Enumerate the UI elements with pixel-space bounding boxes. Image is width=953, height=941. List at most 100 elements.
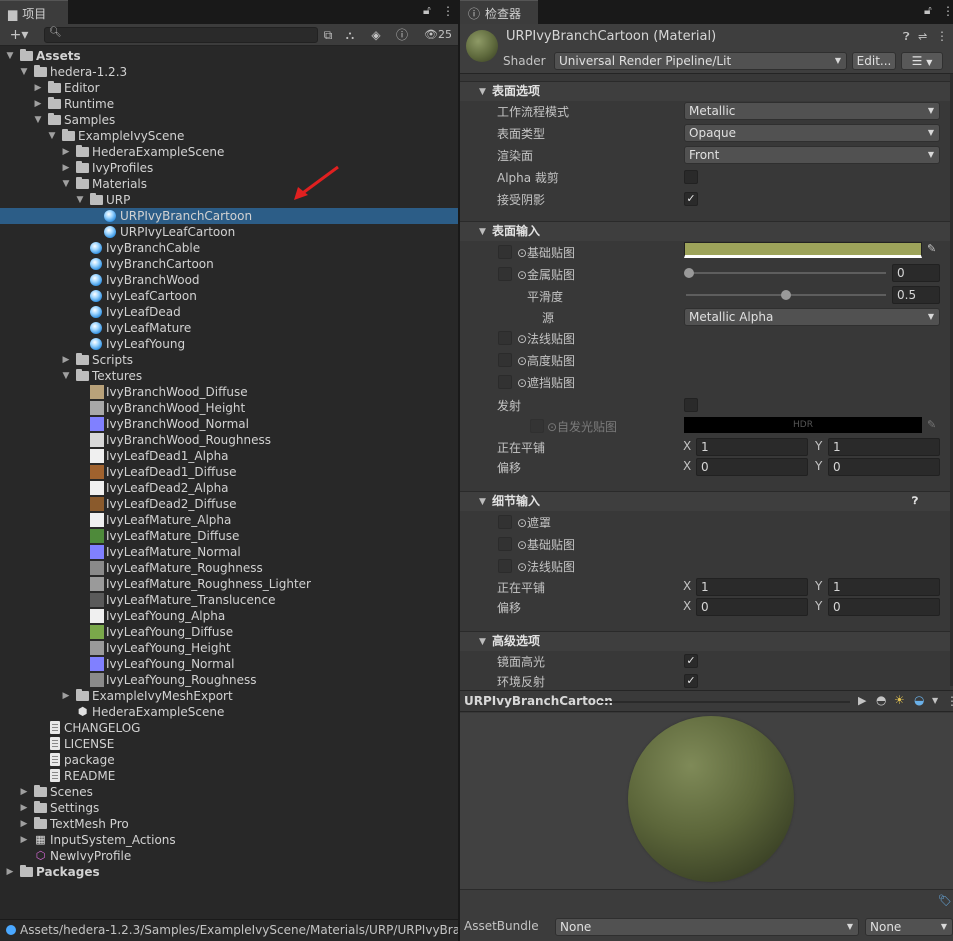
tree-item[interactable]: IvyLeafMature_Normal xyxy=(0,544,458,560)
create-button[interactable]: +▾ xyxy=(4,26,34,44)
section-detail-inputs[interactable]: ▼ 细节输入 ❓︎ xyxy=(460,491,950,511)
workflow-dropdown[interactable]: Metallic ▼ xyxy=(684,102,940,120)
receive-shadows-checkbox[interactable]: ✓ xyxy=(684,192,698,206)
tree-item[interactable]: IvyLeafYoung_Height xyxy=(0,640,458,656)
section-surface-inputs[interactable]: ▼ 表面输入 xyxy=(460,221,950,241)
expand-arrow-icon[interactable]: ▼ xyxy=(47,128,57,144)
project-tab[interactable]: ▆ 项目 xyxy=(0,0,68,24)
help-icon[interactable]: ❓︎ xyxy=(903,30,910,44)
collapse-arrow-icon[interactable]: ▶ xyxy=(5,864,15,880)
tree-folder[interactable]: ▼ Samples xyxy=(0,112,458,128)
tree-folder[interactable]: ▶ Settings xyxy=(0,800,458,816)
tree-item[interactable]: CHANGELOG xyxy=(0,720,458,736)
shader-options-button[interactable]: ☰ ▼ xyxy=(901,52,943,70)
tree-folder[interactable]: ▶ Scenes xyxy=(0,784,458,800)
tree-folder[interactable]: ▶ IvyProfiles xyxy=(0,160,458,176)
inspector-more-icon[interactable]: ⋮ xyxy=(942,4,953,18)
metallic-slider-track[interactable] xyxy=(686,272,886,274)
tree-folder[interactable]: ▼ hedera-1.2.3 xyxy=(0,64,458,80)
tree-folder[interactable]: ▶ HederaExampleScene xyxy=(0,144,458,160)
help-icon[interactable]: ❓︎ xyxy=(912,492,918,511)
source-dropdown[interactable]: Metallic Alpha ▼ xyxy=(684,308,940,326)
base-color-field[interactable] xyxy=(684,242,922,258)
tree-item[interactable]: ▶ ▦ InputSystem_Actions xyxy=(0,832,458,848)
collapse-arrow-icon[interactable]: ▶ xyxy=(19,800,29,816)
tiling-y-field[interactable]: 1 xyxy=(828,438,940,456)
tree-folder[interactable]: ▼ Assets xyxy=(0,48,458,64)
detail-offset-y-field[interactable]: 0 xyxy=(828,598,940,616)
env-reflections-checkbox[interactable]: ✓ xyxy=(684,674,698,688)
tree-item[interactable]: IvyBranchCable xyxy=(0,240,458,256)
section-advanced-options[interactable]: ▼ 高级选项 xyxy=(460,631,950,651)
inspector-lock-icon[interactable]: 🔓︎ xyxy=(924,3,932,18)
tree-item[interactable]: IvyBranchWood_Normal xyxy=(0,416,458,432)
tree-item[interactable]: IvyLeafCartoon xyxy=(0,288,458,304)
expand-arrow-icon[interactable]: ▼ xyxy=(33,112,43,128)
collapse-arrow-icon[interactable]: ▶ xyxy=(61,688,71,704)
expand-arrow-icon[interactable]: ▼ xyxy=(61,176,71,192)
tree-item[interactable]: IvyLeafMature xyxy=(0,320,458,336)
emission-map-slot[interactable] xyxy=(530,419,544,433)
tree-item[interactable]: URPIvyBranchCartoon xyxy=(0,208,458,224)
expand-arrow-icon[interactable]: ▼ xyxy=(61,368,71,384)
section-surface-options[interactable]: ▼ 表面选项 xyxy=(460,81,950,101)
assetbundle-variant-dropdown[interactable]: None ▼ xyxy=(865,918,953,936)
height-map-slot[interactable] xyxy=(498,353,512,367)
collapse-arrow-icon[interactable]: ▶ xyxy=(33,96,43,112)
emission-checkbox[interactable] xyxy=(684,398,698,412)
label-tag-icon[interactable]: 🏷︎ xyxy=(938,894,952,907)
tree-item[interactable]: IvyBranchCartoon xyxy=(0,256,458,272)
shader-dropdown[interactable]: Universal Render Pipeline/Lit ▼ xyxy=(554,52,847,70)
tree-item[interactable]: IvyLeafYoung_Roughness xyxy=(0,672,458,688)
smoothness-slider-knob[interactable] xyxy=(781,290,791,300)
tree-item[interactable]: package xyxy=(0,752,458,768)
detail-tiling-y-field[interactable]: 1 xyxy=(828,578,940,596)
alpha-clip-checkbox[interactable] xyxy=(684,170,698,184)
hidden-packages-toggle[interactable]: 👁︎25 xyxy=(420,26,456,44)
metallic-map-slot[interactable] xyxy=(498,267,512,281)
tree-folder[interactable]: ▼ Textures xyxy=(0,368,458,384)
lighting-icon[interactable]: ☀ xyxy=(894,693,905,707)
tiling-x-field[interactable]: 1 xyxy=(696,438,808,456)
preview-drag-handle[interactable] xyxy=(598,701,850,703)
metallic-slider-knob[interactable] xyxy=(684,268,694,278)
tree-item[interactable]: IvyLeafMature_Alpha xyxy=(0,512,458,528)
search-by-type-icon[interactable]: ⧉ xyxy=(318,26,338,44)
collapse-arrow-icon[interactable]: ▶ xyxy=(61,352,71,368)
tree-item[interactable]: IvyBranchWood xyxy=(0,272,458,288)
tree-item[interactable]: IvyBranchWood_Diffuse xyxy=(0,384,458,400)
tree-folder[interactable]: ▶ ExampleIvyMeshExport xyxy=(0,688,458,704)
base-map-slot[interactable] xyxy=(498,245,512,259)
tree-item[interactable]: URPIvyLeafCartoon xyxy=(0,224,458,240)
play-icon[interactable]: ▶ xyxy=(858,694,866,707)
occlusion-map-slot[interactable] xyxy=(498,375,512,389)
tree-item[interactable]: IvyLeafDead1_Alpha xyxy=(0,448,458,464)
tree-item[interactable]: IvyLeafYoung_Diffuse xyxy=(0,624,458,640)
expand-arrow-icon[interactable]: ▼ xyxy=(75,192,85,208)
more-menu-icon[interactable]: ⋮ xyxy=(442,4,454,18)
tree-item[interactable]: IvyLeafDead2_Diffuse xyxy=(0,496,458,512)
detail-normal-map-slot[interactable] xyxy=(498,559,512,573)
tree-folder[interactable]: ▼ URP xyxy=(0,192,458,208)
tree-item[interactable]: LICENSE xyxy=(0,736,458,752)
tree-item[interactable]: IvyLeafYoung_Alpha xyxy=(0,608,458,624)
tree-item[interactable]: IvyBranchWood_Height xyxy=(0,400,458,416)
tree-item[interactable]: IvyLeafMature_Roughness xyxy=(0,560,458,576)
tree-item[interactable]: ⬢ HederaExampleScene xyxy=(0,704,458,720)
tree-item[interactable]: IvyLeafMature_Diffuse xyxy=(0,528,458,544)
smoothness-value-field[interactable]: 0.5 xyxy=(892,286,940,304)
render-face-dropdown[interactable]: Front ▼ xyxy=(684,146,940,164)
detail-mask-slot[interactable] xyxy=(498,515,512,529)
collapse-arrow-icon[interactable]: ▶ xyxy=(61,144,71,160)
tree-folder[interactable]: ▶ TextMesh Pro xyxy=(0,816,458,832)
tree-item[interactable]: IvyLeafMature_Translucence xyxy=(0,592,458,608)
tree-item[interactable]: IvyLeafDead2_Alpha xyxy=(0,480,458,496)
tree-item[interactable]: IvyLeafYoung_Normal xyxy=(0,656,458,672)
offset-y-field[interactable]: 0 xyxy=(828,458,940,476)
edit-shader-button[interactable]: Edit... xyxy=(852,52,896,70)
tree-folder[interactable]: ▼ Materials xyxy=(0,176,458,192)
filter-by-label-icon[interactable]: ◈ xyxy=(366,26,386,44)
collapse-arrow-icon[interactable]: ▶ xyxy=(19,832,29,848)
tree-folder[interactable]: ▶ Scripts xyxy=(0,352,458,368)
normal-map-slot[interactable] xyxy=(498,331,512,345)
